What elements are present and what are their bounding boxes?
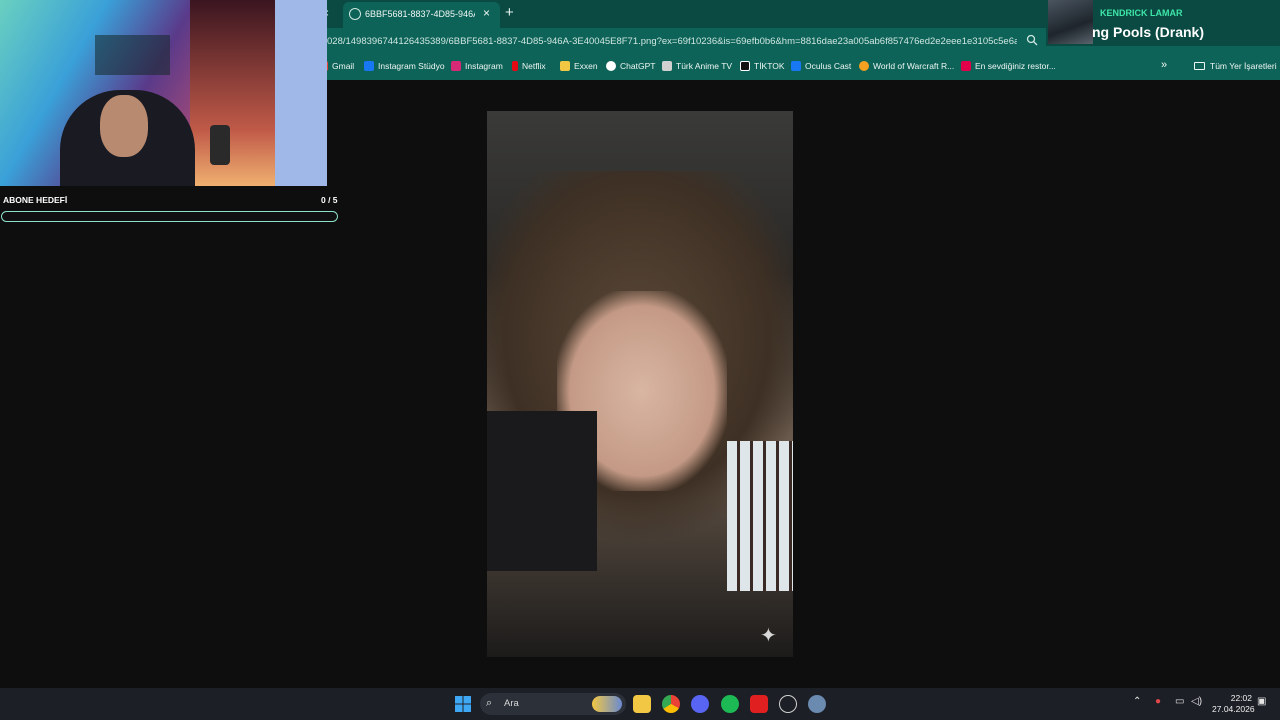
globe-icon [349,8,361,20]
album-art [1048,0,1093,44]
sub-goal-label: ABONE HEDEFİ [3,195,68,205]
tiktok-icon [740,61,750,71]
chevron-up-icon[interactable]: ⌃ [1133,696,1141,707]
search-placeholder: Ara [504,698,519,709]
instagram-icon [451,61,461,71]
bookmark-netflix[interactable]: Netflix [512,61,546,71]
webcam-overlay [0,0,327,186]
search-highlight-icon [592,696,622,712]
settings-icon[interactable] [808,695,826,713]
volume-icon[interactable]: ◁) [1191,696,1202,707]
microphone-icon [210,125,230,165]
clock-date: 27.04.2026 [1212,704,1255,714]
spotify-icon[interactable] [721,695,739,713]
network-icon[interactable]: ▭ [1175,696,1184,707]
tab-close-icon[interactable]: × [483,6,490,20]
sub-goal-count: 0 / 5 [321,195,338,205]
taskbar-search[interactable]: ⌕ Ara [480,693,626,715]
zoom-icon[interactable] [1026,34,1038,46]
yemeksepeti-icon [961,61,971,71]
search-icon: ⌕ [486,697,493,709]
bookmark-instagram-studio[interactable]: Instagram Stüdyo [364,61,445,71]
bookmark-world-of-warcraft[interactable]: World of Warcraft R... [859,61,954,71]
sub-goal-progress-bar [1,211,338,222]
windows-taskbar: ⌕ Ara ⌃ ● ▭ ◁) 22:02 27.04.2026 ▣ [0,688,1280,720]
bookmark-exxen[interactable]: Exxen [560,61,598,71]
notification-icon[interactable]: ▣ [1257,696,1266,707]
tab-title: 6BBF5681-8837-4D85-946A-3E40045E8F71.png [365,9,475,19]
exxen-icon [560,61,570,71]
obs-icon[interactable] [779,695,797,713]
sparkle-icon: ✦ [760,625,777,647]
meta-icon [791,61,801,71]
bookmark-chatgpt[interactable]: ChatGPT [606,61,655,71]
all-bookmarks-button[interactable]: Tüm Yer İşaretleri [1194,61,1277,71]
microphone-tray-icon[interactable]: ● [1155,696,1161,707]
new-tab-button[interactable]: + [505,4,514,21]
file-explorer-icon[interactable] [633,695,651,713]
bookmark-tiktok[interactable]: TİKTOK [740,61,785,71]
chatgpt-icon [606,61,616,71]
bookmark-restaurant[interactable]: En sevdiğiniz restor... [961,61,1056,71]
windows-start-icon[interactable] [454,695,472,713]
meta-icon [364,61,374,71]
more-bookmarks-button[interactable]: » [1161,59,1167,71]
now-playing-song: ng Pools (Drank) [1092,24,1205,40]
taskbar-clock[interactable]: 22:02 27.04.2026 [1212,693,1255,715]
folder-icon [1194,62,1205,70]
displayed-image: ✦ [487,111,793,657]
url-text[interactable]: 028/1498396744126435389/6BBF5681-8837-4D… [327,36,1017,47]
discord-icon[interactable] [691,695,709,713]
bookmark-turk-anime-tv[interactable]: Türk Anime TV [662,61,732,71]
now-playing-artist: KENDRICK LAMAR [1100,8,1183,18]
now-playing-widget: KENDRICK LAMAR ng Pools (Drank) [1046,0,1280,46]
netflix-icon [512,61,518,71]
clock-time: 22:02 [1230,693,1252,703]
chrome-icon[interactable] [662,695,680,713]
bookmark-instagram[interactable]: Instagram [451,61,503,71]
streaming-app-icon[interactable] [750,695,768,713]
anime-icon [662,61,672,71]
wow-icon [859,61,869,71]
active-tab[interactable]: 6BBF5681-8837-4D85-946A-3E40045E8F71.png… [343,2,500,28]
bookmark-oculus-cast[interactable]: Oculus Cast [791,61,851,71]
